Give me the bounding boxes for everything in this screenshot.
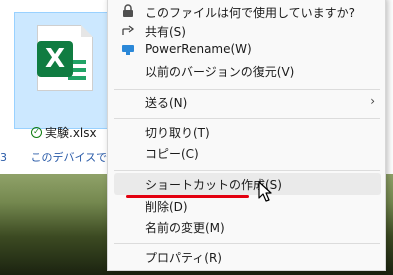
menu-item-label: 以前のバージョンの復元(V) (145, 65, 295, 79)
lock-icon (120, 4, 136, 20)
menu-item-delete[interactable]: 削除(D) (108, 195, 385, 217)
menu-separator (114, 89, 380, 90)
menu-item-powerrename[interactable]: PowerRename(W) (108, 39, 385, 61)
menu-item-properties[interactable]: プロパティ(R) (108, 246, 385, 268)
mouse-cursor-icon (258, 181, 272, 202)
menu-item-send-to[interactable]: 送る(N) › (108, 91, 385, 113)
menu-item-label: 名前の変更(M) (145, 221, 225, 235)
menu-item-rename[interactable]: 名前の変更(M) (108, 216, 385, 238)
share-icon (120, 23, 136, 39)
menu-item-label: 送る(N) (145, 96, 188, 110)
menu-item-cut[interactable]: 切り取り(T) (108, 121, 385, 143)
menu-separator (114, 118, 380, 119)
menu-item-label: プロパティ(R) (145, 251, 222, 265)
check-circle-icon: ✓ (31, 126, 42, 138)
file-tile[interactable]: X ✓ 実験.xlsx (14, 12, 108, 140)
menu-separator (114, 243, 380, 244)
menu-item-create-shortcut[interactable]: ショートカットの作成(S) (114, 173, 381, 195)
menu-item-label: PowerRename(W) (145, 42, 252, 56)
menu-item-label: このファイルは何で使用していますか? (145, 6, 356, 20)
menu-item-label: 共有(S) (145, 25, 186, 39)
annotation-underline (126, 195, 249, 198)
file-name: 実験.xlsx (45, 125, 97, 140)
menu-item-restore-versions[interactable]: 以前のバージョンの復元(V) (108, 60, 385, 82)
chevron-right-icon: › (370, 94, 375, 108)
menu-item-label: 削除(D) (145, 200, 188, 214)
page-fold (81, 25, 93, 37)
menu-item-label: 切り取り(T) (145, 126, 210, 140)
menu-item-label: コピー(C) (145, 147, 199, 161)
excel-badge-letter: X (44, 44, 66, 74)
powerrename-icon (120, 42, 136, 58)
menu-separator (114, 170, 380, 171)
status-number: 3 (0, 151, 7, 164)
menu-item-copy[interactable]: コピー(C) (108, 142, 385, 164)
context-menu: このファイルは何で使用していますか? 共有(S) PowerRename(W) … (107, 0, 386, 271)
excel-x-badge-icon: X (37, 41, 73, 77)
